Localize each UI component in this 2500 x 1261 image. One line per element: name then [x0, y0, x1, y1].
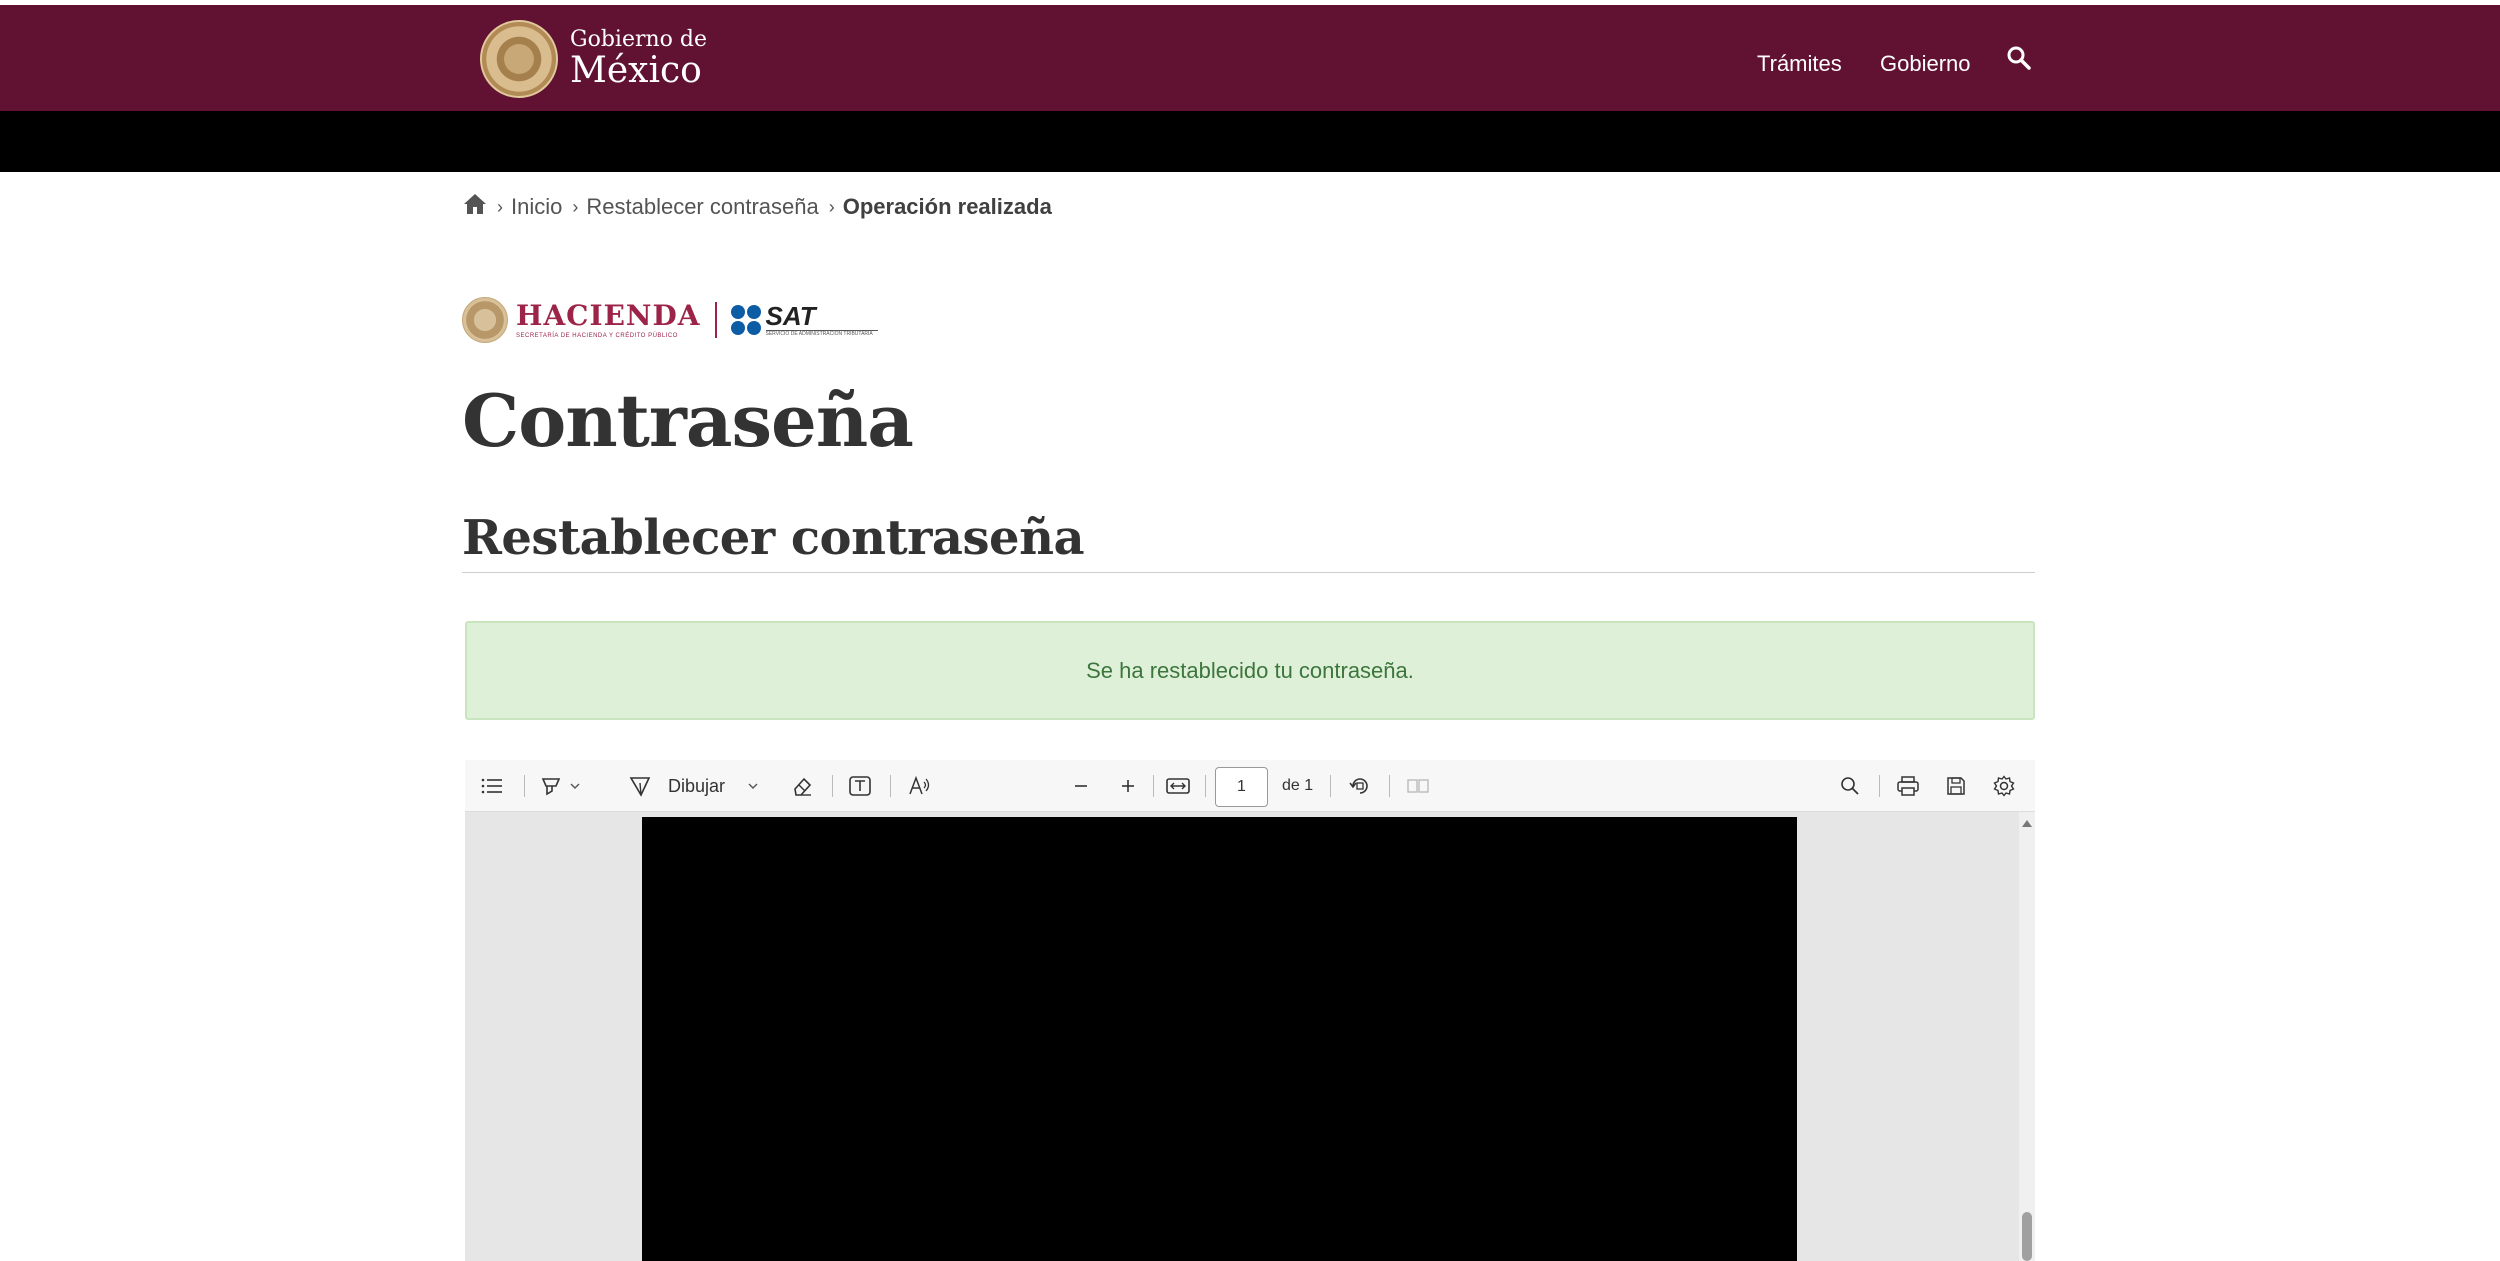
chevron-right-icon: ›: [828, 196, 835, 217]
hacienda-seal-icon: [462, 297, 508, 343]
national-seal-icon: [480, 20, 558, 98]
hacienda-wordmark: HACIENDA: [516, 298, 701, 332]
menu-label: Menú: [1953, 239, 2009, 264]
pdf-scrollbar[interactable]: [2019, 812, 2035, 1261]
search-icon[interactable]: [2006, 45, 2034, 73]
success-message: Se ha restablecido tu contraseña.: [1086, 657, 1414, 683]
nav-contrasena-link[interactable]: Contraseña: [1806, 239, 1920, 265]
zoom-out-icon[interactable]: [1069, 773, 1093, 799]
page-total: de 1: [1282, 777, 1314, 794]
search-icon[interactable]: [1837, 773, 1863, 799]
fit-to-width-icon[interactable]: [1165, 773, 1191, 799]
sub-navbar: Contraseña Menú: [0, 111, 2500, 264]
print-icon[interactable]: [1895, 773, 1921, 799]
logo-divider: [714, 302, 717, 338]
rotate-icon[interactable]: [1347, 773, 1373, 799]
government-header: Gobierno de México Trámites Gobierno: [0, 5, 2500, 111]
scroll-up-arrow-icon[interactable]: [2022, 820, 2032, 827]
logo-line-2: México: [570, 50, 702, 91]
hacienda-sat-logo: HACIENDA SECRETARÍA DE HACIENDA Y CRÉDIT…: [462, 295, 878, 345]
breadcrumb-restablecer[interactable]: Restablecer contraseña: [586, 194, 818, 220]
eraser-icon[interactable]: [789, 773, 815, 799]
scrollbar-thumb[interactable]: [2022, 1212, 2032, 1261]
page-view-icon: [1405, 773, 1431, 799]
nav-tramites-link[interactable]: Trámites: [1757, 51, 1842, 77]
zoom-in-icon[interactable]: [1116, 773, 1140, 799]
draw-icon[interactable]: [627, 773, 653, 799]
hacienda-subtitle: SECRETARÍA DE HACIENDA Y CRÉDITO PÚBLICO: [516, 332, 678, 339]
pdf-toolbar: Dibujar 1 de 1: [465, 760, 2035, 812]
success-alert: Se ha restablecido tu contraseña.: [465, 621, 2035, 720]
chevron-right-icon: ›: [572, 196, 579, 217]
page-number-input[interactable]: 1: [1215, 767, 1268, 807]
logo-line-1: Gobierno de: [570, 27, 707, 52]
chevron-right-icon: ›: [497, 196, 503, 217]
chevron-down-icon[interactable]: [745, 773, 761, 799]
sat-subtitle: SERVICIO DE ADMINISTRACIÓN TRIBUTARIA: [765, 330, 878, 337]
page-title: Contraseña: [462, 378, 914, 463]
breadcrumb-current: Operación realizada: [842, 194, 1052, 219]
highlight-icon[interactable]: [538, 773, 564, 799]
text-box-icon[interactable]: [847, 773, 873, 799]
gobierno-de-mexico-logo[interactable]: Gobierno de México: [480, 17, 707, 101]
sat-wordmark: SAT: [765, 301, 816, 331]
section-title: Restablecer contraseña: [462, 510, 1085, 566]
save-icon[interactable]: [1943, 773, 1969, 799]
sat-dots-icon: [730, 305, 761, 335]
pdf-viewer: Dibujar 1 de 1: [465, 760, 2035, 1261]
chevron-down-icon[interactable]: [567, 773, 583, 799]
nav-gobierno-link[interactable]: Gobierno: [1880, 51, 1971, 77]
table-of-contents-icon[interactable]: [479, 773, 505, 799]
menu-dropdown[interactable]: Menú: [1953, 239, 2025, 265]
draw-label[interactable]: Dibujar: [668, 773, 725, 799]
home-icon[interactable]: [463, 193, 487, 221]
breadcrumb-inicio[interactable]: Inicio: [511, 194, 562, 220]
caret-down-icon: [2014, 246, 2025, 252]
pdf-page: [642, 817, 1797, 1261]
breadcrumb: › Inicio › Restablecer contraseña › Oper…: [463, 193, 1052, 221]
read-aloud-icon[interactable]: [907, 773, 933, 799]
settings-gear-icon[interactable]: [1991, 773, 2017, 799]
section-divider: [462, 572, 2035, 573]
